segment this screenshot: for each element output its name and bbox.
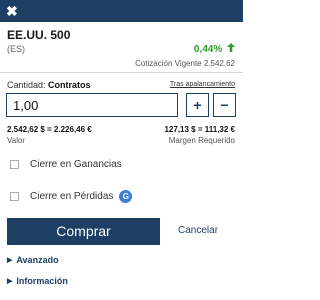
buy-button[interactable]: Comprar [7,218,160,245]
caret-right-icon: ▶ [7,278,13,285]
stop-loss-label[interactable]: Cierre en Pérdidas [30,191,113,202]
arrow-up-icon [227,43,235,54]
value-amount: 2.542,62 $ = 2.226,46 € [7,125,92,134]
take-profit-option: Cierre en Ganancias [10,157,122,171]
close-icon[interactable]: ✖ [6,2,18,20]
take-profit-label[interactable]: Cierre en Ganancias [30,159,122,170]
leverage-link[interactable]: Tras apalancamiento [170,81,235,88]
take-profit-checkbox[interactable] [10,159,19,169]
guaranteed-stop-icon[interactable]: G [119,189,133,203]
quantity-unit: Contratos [48,80,91,90]
price-change: 0,44% [194,43,235,55]
cancel-button[interactable]: Cancelar [178,225,218,236]
quantity-input[interactable] [6,93,178,117]
instrument-name: EE.UU. 500 [7,28,71,42]
price-change-value: 0,44% [193,44,223,55]
title-bar: ✖ [0,0,243,22]
divider [0,72,243,73]
stop-loss-checkbox[interactable] [10,191,19,201]
quantity-label-text: Cantidad: [7,80,46,90]
margin-amount: 127,13 $ = 111,32 € [164,125,235,134]
value-label: Valor [7,136,26,145]
caret-right-icon: ▶ [7,257,13,264]
instrument-symbol: (ES) [7,44,25,54]
stop-loss-option: Cierre en Pérdidas G [10,189,133,203]
current-quote-value: 2.542,62 [203,59,235,68]
current-quote: Cotización Vigente 2.542,62 [135,59,235,68]
quantity-label: Cantidad: Contratos [7,80,91,90]
margin-label: Margen Requerido [168,136,235,145]
decrease-quantity-button[interactable]: − [213,93,236,117]
info-section-toggle[interactable]: ▶ Información [7,276,68,286]
info-section-label: Información [16,276,68,286]
increase-quantity-button[interactable]: + [186,93,209,117]
advanced-section-label: Avanzado [16,255,59,265]
current-quote-label: Cotización Vigente [135,59,202,68]
advanced-section-toggle[interactable]: ▶ Avanzado [7,255,59,265]
